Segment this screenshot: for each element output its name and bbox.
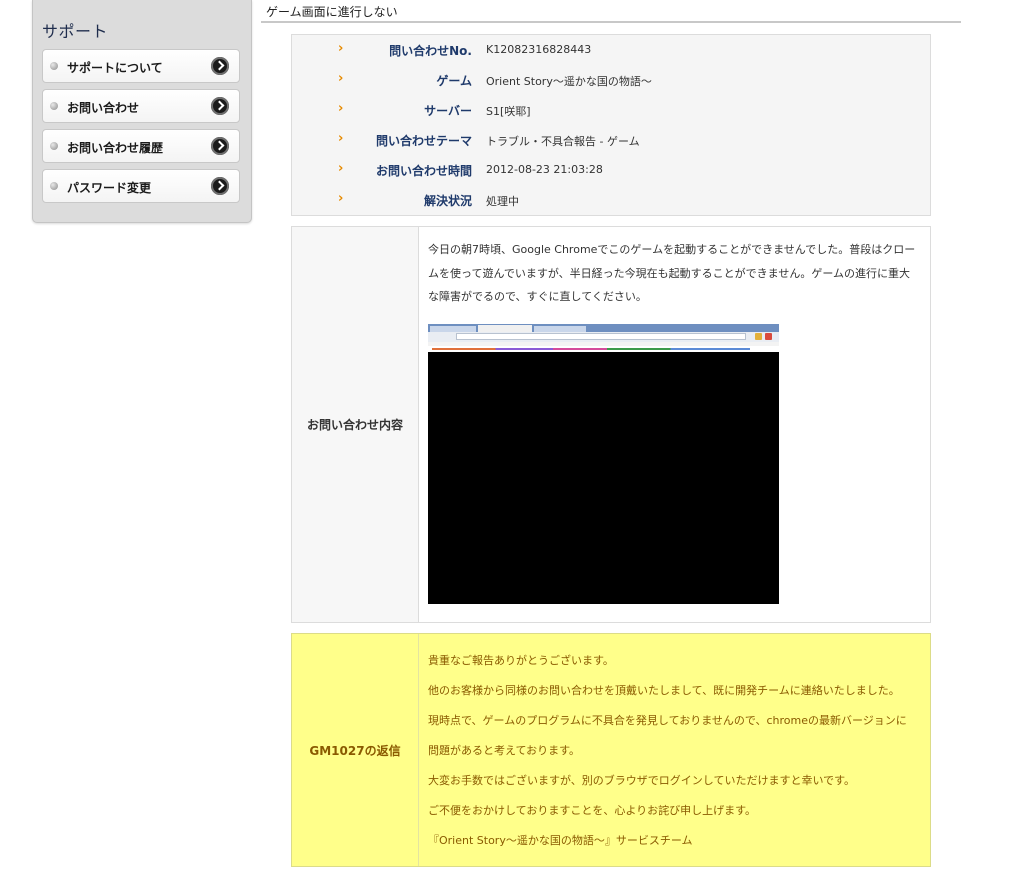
gm-reply: GM1027の返信 貴重なご報告ありがとうございます。 他のお客様から同様のお問… <box>291 633 931 867</box>
info-value: K12082316828443 <box>486 43 592 56</box>
arrow-right-icon <box>211 177 229 195</box>
star-icon <box>755 333 762 340</box>
info-value: トラブル・不具合報告 - ゲーム <box>486 135 640 148</box>
sidebar-item-about-support[interactable]: サポートについて <box>42 49 240 83</box>
sidebar-item-label: パスワード変更 <box>67 181 152 195</box>
arrow-right-icon <box>211 137 229 155</box>
bullet-icon <box>50 182 58 190</box>
chevron-right-icon: › <box>338 191 344 206</box>
reply-label-cell: GM1027の返信 <box>292 634 419 866</box>
content-label: お問い合わせ内容 <box>306 418 403 432</box>
reply-line: 貴重なご報告ありがとうございます。 <box>428 654 614 667</box>
page-title: ゲーム画面に進行しない <box>266 5 398 19</box>
reply-line: 他のお客様から同様のお問い合わせを頂戴いたしまして、既に開発チームに連絡いたしま… <box>428 684 900 697</box>
chevron-right-icon: › <box>338 71 344 86</box>
info-value: Orient Story〜遥かな国の物語〜 <box>486 75 652 88</box>
reply-line: 問題があると考えております。 <box>428 744 581 757</box>
title-divider <box>261 21 961 23</box>
reply-label: GM1027の返信 <box>309 744 401 758</box>
sidebar-item-inquiry[interactable]: お問い合わせ <box>42 89 240 123</box>
sidebar-item-label: お問い合わせ履歴 <box>67 141 164 155</box>
info-row-resolution-status: › 解決状況 処理中 <box>292 185 930 215</box>
sidebar-title: サポート <box>42 22 109 41</box>
info-label: 問い合わせNo. <box>389 44 472 58</box>
reply-line: 現時点で、ゲームのプログラムに不具合を発見しておりませんので、chromeの最新… <box>428 714 907 727</box>
bullet-icon <box>50 62 58 70</box>
sidebar-item-label: サポートについて <box>67 61 163 75</box>
chevron-right-icon: › <box>338 161 344 176</box>
info-row-inquiry-number: › 問い合わせNo. K12082316828443 <box>292 35 930 65</box>
info-row-theme: › 問い合わせテーマ トラブル・不具合報告 - ゲーム <box>292 125 930 155</box>
chevron-right-icon: › <box>338 131 344 146</box>
info-label: 問い合わせテーマ <box>375 134 472 148</box>
chevron-right-icon: › <box>338 101 344 116</box>
attached-screenshot[interactable] <box>428 324 779 604</box>
info-label: ゲーム <box>436 74 472 88</box>
inquiry-content: お問い合わせ内容 今日の朝7時頃、Google Chromeでこのゲームを起動す… <box>291 226 931 623</box>
sidebar-item-label: お問い合わせ <box>67 101 140 115</box>
support-sidebar: サポート サポートについて お問い合わせ お問い合わせ履歴 パスワード変更 <box>32 0 252 223</box>
info-label: 解決状況 <box>423 194 472 208</box>
reply-line: ご不便をおかけしておりますことを、心よりお詫び申し上げます。 <box>428 804 757 817</box>
info-value: 2012-08-23 21:03:28 <box>486 163 603 176</box>
screenshot-notice-text <box>432 348 750 350</box>
screenshot-tab <box>478 325 532 332</box>
arrow-right-icon <box>211 97 229 115</box>
info-label: サーバー <box>424 104 472 118</box>
reply-line: 大変お手数ではございますが、別のブラウザでログインしていただけますと幸いです。 <box>428 774 856 787</box>
inquiry-message: 今日の朝7時頃、Google Chromeでこのゲームを起動することができません… <box>428 243 916 303</box>
arrow-right-icon <box>211 57 229 75</box>
info-row-game: › ゲーム Orient Story〜遥かな国の物語〜 <box>292 65 930 95</box>
chevron-right-icon: › <box>338 41 344 56</box>
status-badge: 処理中 <box>486 195 519 208</box>
info-row-server: › サーバー S1[咲耶] <box>292 95 930 125</box>
content-label-cell: お問い合わせ内容 <box>292 227 419 622</box>
bullet-icon <box>50 102 58 110</box>
inquiry-info-table: › 問い合わせNo. K12082316828443 › ゲーム Orient … <box>291 34 931 216</box>
bullet-icon <box>50 142 58 150</box>
reply-message: 貴重なご報告ありがとうございます。 他のお客様から同様のお問い合わせを頂戴いたし… <box>428 652 918 862</box>
info-value: S1[咲耶] <box>486 105 531 118</box>
screenshot-address-bar <box>456 333 746 340</box>
sidebar-item-inquiry-history[interactable]: お問い合わせ履歴 <box>42 129 240 163</box>
info-row-inquiry-time: › お問い合わせ時間 2012-08-23 21:03:28 <box>292 155 930 185</box>
wrench-icon <box>765 333 772 340</box>
info-label: お問い合わせ時間 <box>375 164 472 178</box>
reply-line: 『Orient Story〜遥かな国の物語〜』サービスチーム <box>428 834 693 847</box>
sidebar-item-password-change[interactable]: パスワード変更 <box>42 169 240 203</box>
